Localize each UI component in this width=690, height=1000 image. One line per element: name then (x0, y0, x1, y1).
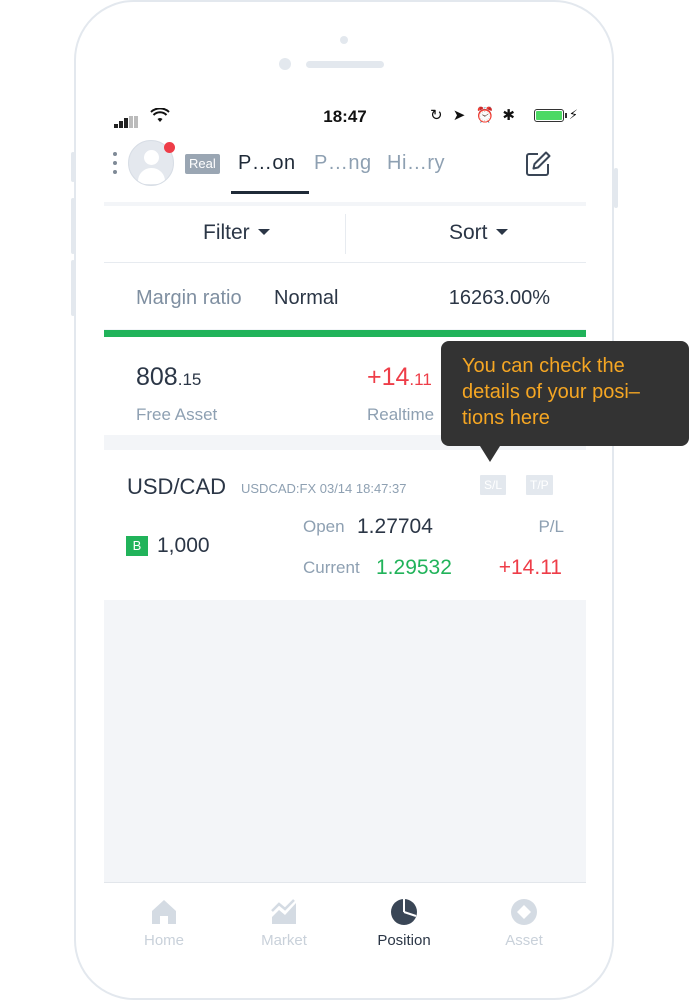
position-card[interactable]: USD/CAD USDCAD:FX 03/14 18:47:37 S/L T/P… (104, 450, 586, 600)
current-label: Current (303, 558, 360, 577)
active-tab-indicator (231, 191, 309, 194)
tooltip-pointer (480, 446, 500, 462)
tab-position[interactable]: P…on (238, 152, 296, 175)
caret-down-icon (257, 228, 270, 235)
open-label: Open (303, 517, 345, 536)
onboarding-tooltip[interactable]: You can check the details of your posi– … (441, 341, 689, 446)
filter-label: Filter (203, 221, 250, 244)
margin-ratio-value: 16263.00% (448, 287, 550, 309)
nav-asset[interactable]: Asset (464, 883, 584, 957)
margin-ratio-status: Normal (274, 287, 339, 309)
margin-ratio-row: Margin ratio Normal 16263.00% (104, 263, 586, 329)
filter-button[interactable]: Filter (203, 221, 270, 245)
realtime-pl-value: +14.11 (367, 363, 432, 391)
menu-icon[interactable] (113, 152, 118, 179)
margin-ratio-label: Margin ratio (136, 287, 242, 309)
sort-button[interactable]: Sort (449, 221, 508, 245)
bluetooth-icon: ✱ (502, 107, 515, 124)
position-icon (391, 899, 417, 925)
margin-ratio-bar (104, 330, 586, 337)
phone-camera (340, 36, 348, 44)
realtime-pl-label: Realtime (367, 405, 435, 424)
nav-market-label: Market (261, 932, 307, 949)
home-icon (152, 900, 176, 924)
market-icon (271, 899, 296, 924)
app-header: Real P…on P…ng Hi…ry (104, 132, 586, 202)
tooltip-line: tions here (462, 407, 550, 429)
account-type-badge: Real (185, 154, 220, 174)
phone-side-button (71, 152, 75, 182)
pl-label: P/L (538, 517, 564, 536)
battery-icon (534, 109, 567, 122)
filter-sort-bar: Filter Sort (104, 206, 586, 263)
status-bar: 18:47 ↻ ➤ ⏰ ✱ ⚡ (104, 100, 586, 132)
phone-side-button (71, 198, 75, 254)
nav-position[interactable]: Position (344, 883, 464, 957)
phone-side-button (71, 260, 75, 316)
free-asset-value: 808.15 (136, 363, 202, 391)
location-icon: ➤ (452, 107, 466, 124)
bottom-nav: Home Market Position Asset (104, 882, 586, 957)
alarm-icon: ⏰ (475, 107, 495, 124)
current-price: 1.29532 (376, 556, 452, 579)
tab-pending[interactable]: P…ng (314, 152, 372, 175)
sort-label: Sort (449, 221, 488, 244)
nav-home-label: Home (143, 932, 184, 949)
asset-icon (511, 899, 537, 925)
nav-asset-label: Asset (505, 932, 543, 949)
phone-sensor (279, 58, 291, 70)
position-quantity: 1,000 (157, 534, 210, 557)
phone-side-button (614, 168, 618, 208)
position-meta: USDCAD:FX 03/14 18:47:37 (241, 481, 407, 496)
app-screen: 18:47 ↻ ➤ ⏰ ✱ ⚡ Real P…on P…ng Hi…ry Fil… (104, 100, 586, 957)
buy-side-badge: B (126, 536, 148, 556)
divider (345, 214, 346, 254)
nav-market[interactable]: Market (224, 883, 344, 957)
status-icons: ↻ ➤ ⏰ ✱ (430, 106, 515, 124)
stop-loss-tag[interactable]: S/L (480, 475, 507, 495)
phone-speaker (306, 61, 384, 68)
orientation-lock-icon: ↻ (430, 107, 443, 124)
nav-home[interactable]: Home (104, 883, 224, 957)
charging-icon: ⚡ (568, 107, 578, 122)
tooltip-line: You can check the (462, 355, 625, 377)
edit-icon[interactable] (524, 150, 552, 178)
open-price: 1.27704 (357, 515, 433, 538)
pl-value: +14.11 (498, 556, 562, 579)
caret-down-icon (495, 228, 508, 235)
notification-dot (164, 142, 175, 153)
free-asset-label: Free Asset (136, 405, 218, 424)
tab-history[interactable]: Hi…ry (387, 152, 445, 175)
take-profit-tag[interactable]: T/P (526, 475, 553, 495)
nav-position-label: Position (377, 932, 431, 949)
currency-pair: USD/CAD (127, 474, 227, 499)
tooltip-line: details of your posi– (462, 381, 640, 403)
